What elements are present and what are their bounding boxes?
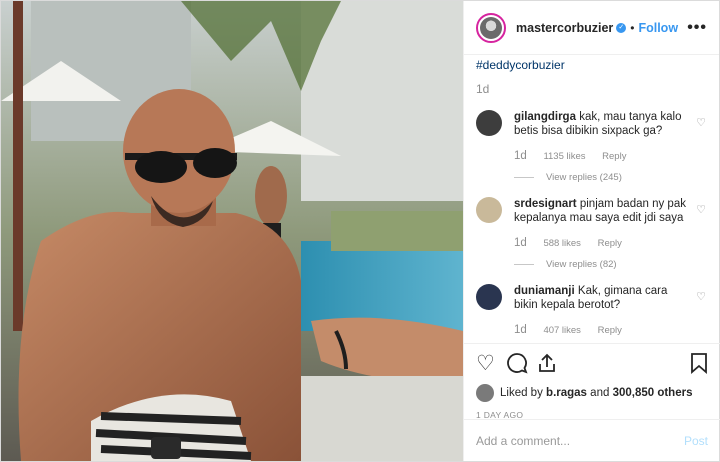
comments-list[interactable]: #deddycorbuzier 1d gilangdirga kak, mau …	[464, 56, 720, 342]
commenter-avatar[interactable]	[476, 197, 502, 223]
reply-button[interactable]: Reply	[598, 238, 622, 249]
post-header: mastercorbuzier ✓ • Follow •••	[464, 1, 719, 55]
comment-likes[interactable]: 407 likes	[543, 325, 581, 336]
post-comment-button[interactable]: Post	[684, 434, 708, 448]
heart-icon[interactable]: ♡	[476, 352, 495, 376]
comment-meta: 1d 588 likes Reply	[514, 236, 686, 251]
header-separator: •	[630, 20, 635, 35]
liked-by-prefix: Liked by	[500, 387, 543, 399]
comment-meta: 1d 407 likes Reply	[514, 323, 686, 338]
add-comment-bar: Post	[464, 419, 720, 461]
follow-button[interactable]: Follow	[638, 21, 678, 35]
post-actions: ♡ Liked by b.ragas and 300,850 others 1 …	[464, 343, 720, 420]
author-username[interactable]: mastercorbuzier	[516, 21, 613, 35]
liked-by-row: Liked by b.ragas and 300,850 others	[476, 384, 708, 402]
comment-age: 1d	[514, 237, 527, 249]
comment-body: srdesignart pinjam badan ny pak kepalany…	[514, 197, 686, 251]
comment-heart-icon[interactable]: ♡	[696, 116, 706, 129]
comment-item: duniamanji Kak, gimana cara bikin kepala…	[476, 284, 708, 338]
author-avatar[interactable]	[476, 12, 506, 43]
add-comment-input[interactable]	[476, 433, 666, 448]
verified-icon: ✓	[616, 22, 627, 33]
caption-hashtag[interactable]: #deddycorbuzier	[476, 58, 708, 72]
comment-meta: 1d 1135 likes Reply	[514, 149, 686, 164]
more-options-icon[interactable]: •••	[687, 19, 707, 37]
commenter-avatar[interactable]	[476, 110, 502, 136]
instagram-post: mastercorbuzier ✓ • Follow ••• #deddycor…	[0, 0, 720, 462]
comment-item: gilangdirga kak, mau tanya kalo betis bi…	[476, 110, 708, 164]
commenter-username[interactable]: srdesignart	[514, 198, 577, 210]
comment-heart-icon[interactable]: ♡	[696, 203, 706, 216]
comment-body: duniamanji Kak, gimana cara bikin kepala…	[514, 284, 686, 338]
liked-by-count[interactable]: 300,850 others	[613, 387, 693, 399]
comment-item: srdesignart pinjam badan ny pak kepalany…	[476, 197, 708, 251]
comment-likes[interactable]: 588 likes	[543, 238, 581, 249]
commenter-username[interactable]: duniamanji	[514, 285, 575, 297]
comment-age: 1d	[514, 150, 527, 162]
reply-button[interactable]: Reply	[598, 325, 622, 336]
comment-heart-icon[interactable]: ♡	[696, 290, 706, 303]
commenter-avatar[interactable]	[476, 284, 502, 310]
view-replies-button[interactable]: View replies (82)	[514, 259, 708, 270]
liked-by-user[interactable]: b.ragas	[546, 387, 587, 399]
comment-age: 1d	[514, 324, 527, 336]
liker-avatar[interactable]	[476, 384, 494, 402]
comment-likes[interactable]: 1135 likes	[543, 151, 585, 162]
bookmark-icon[interactable]	[690, 352, 708, 380]
post-photo[interactable]	[1, 1, 463, 461]
commenter-username[interactable]: gilangdirga	[514, 111, 576, 123]
action-icons: ♡	[476, 352, 708, 378]
comment-body: gilangdirga kak, mau tanya kalo betis bi…	[514, 110, 686, 164]
share-icon[interactable]	[536, 352, 558, 380]
comment-icon[interactable]	[506, 352, 528, 380]
liked-by-middle: and	[590, 387, 610, 399]
post-sidebar: mastercorbuzier ✓ • Follow ••• #deddycor…	[463, 1, 720, 461]
view-replies-button[interactable]: View replies (245)	[514, 172, 708, 183]
reply-button[interactable]: Reply	[602, 151, 626, 162]
caption-timestamp: 1d	[476, 82, 490, 96]
photo-man-by-pool	[1, 1, 463, 461]
